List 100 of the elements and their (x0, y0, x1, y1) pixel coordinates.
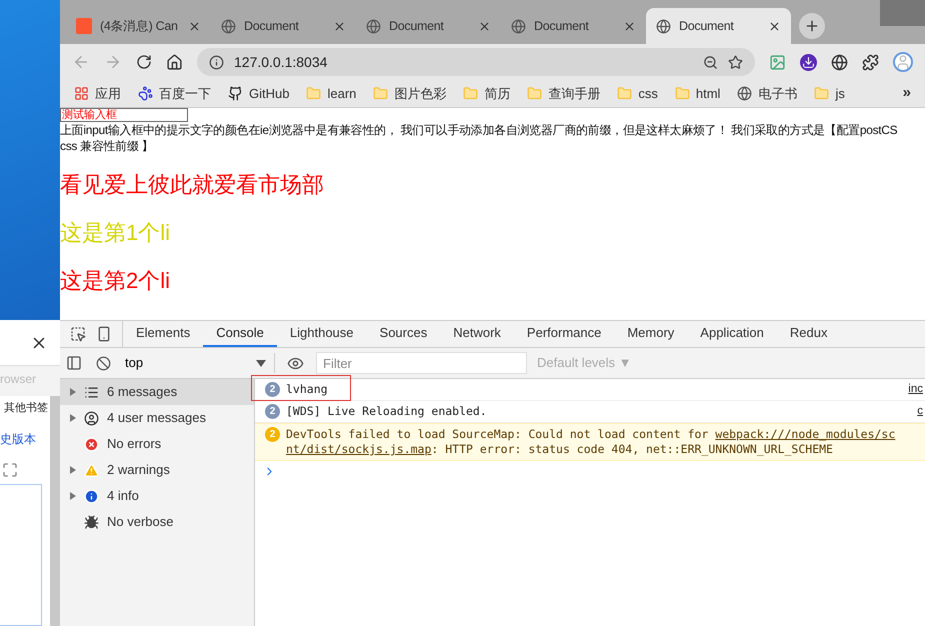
devtools-tab[interactable]: Memory (614, 321, 688, 347)
expand-arrow-icon[interactable] (70, 388, 76, 396)
more-bookmarks[interactable]: » (902, 82, 911, 105)
browser-tab[interactable]: Document (356, 8, 501, 44)
address-bar[interactable]: 127.0.0.1:8034 (197, 48, 755, 76)
count-badge: 2 (265, 404, 280, 419)
globe-icon (656, 18, 671, 34)
logo-icon (76, 18, 92, 34)
sidebar-item[interactable]: 6 messages (60, 379, 254, 405)
browser-tab[interactable]: Document (501, 8, 646, 44)
sidebar-item[interactable]: 4 info (60, 483, 254, 509)
bug-icon (84, 514, 99, 530)
context-select[interactable]: top (125, 353, 275, 373)
globe-icon (366, 18, 381, 34)
devtools-tab[interactable]: Lighthouse (276, 321, 367, 347)
sidebar-item[interactable]: No verbose (60, 509, 254, 535)
devtools-tab[interactable]: Performance (514, 321, 614, 347)
info-icon (209, 54, 224, 70)
devtools-tab[interactable]: Redux (776, 321, 840, 347)
tab-title: Document (534, 18, 590, 35)
globe-icon (221, 18, 236, 34)
partial-label: rowser (0, 371, 38, 388)
device-icon[interactable] (96, 326, 112, 342)
devtools-tab[interactable]: Network (440, 321, 514, 347)
sidebar-toggle-icon[interactable] (66, 355, 82, 371)
sidebar-item[interactable]: 2 warnings (60, 457, 254, 483)
count-badge: 2 (265, 427, 280, 442)
globe-icon (737, 86, 752, 101)
close-icon[interactable] (333, 20, 346, 32)
browser-tab[interactable]: Document (646, 8, 791, 44)
folder-icon (527, 86, 542, 101)
filter-field[interactable]: Filter (316, 352, 527, 374)
paw-icon (138, 86, 153, 101)
version-link[interactable]: 史版本 (0, 430, 50, 448)
folder-icon (373, 86, 388, 101)
sourcemap-link[interactable]: nt/dist/sockjs.js.map (286, 442, 432, 456)
address-text: 127.0.0.1:8034 (234, 52, 328, 72)
source-link[interactable]: c (917, 404, 925, 419)
bookmark-item[interactable]: 应用 (74, 84, 121, 104)
list-item-text: 这是第2个li (60, 268, 172, 294)
sidebar-item[interactable]: 4 user messages (60, 405, 254, 431)
bookmark-item[interactable]: 简历 (463, 84, 510, 104)
heading-text: 看见爱上彼此就爱看市场部 (60, 172, 325, 198)
github-icon (228, 86, 243, 101)
home-icon[interactable] (166, 54, 183, 70)
source-link[interactable]: inc (908, 382, 925, 397)
expand-arrow-icon[interactable] (70, 414, 76, 422)
bookmark-item[interactable]: css (617, 84, 658, 104)
tab-title: Document (244, 18, 300, 35)
bookmark-item[interactable]: js (814, 84, 845, 104)
fullscreen-icon[interactable] (2, 462, 18, 478)
bookmark-item[interactable]: 查询手册 (527, 84, 600, 104)
devtools-tab[interactable]: Elements (123, 321, 204, 347)
folder-icon (674, 86, 690, 101)
profile-icon[interactable] (893, 52, 913, 72)
extensions-icon[interactable] (862, 54, 879, 70)
folder-icon (463, 86, 478, 101)
tab-title: Document (679, 18, 735, 35)
sidebar-item[interactable]: No errors (60, 431, 254, 457)
apps-grid-icon (74, 86, 89, 101)
zoom-icon[interactable] (703, 54, 718, 70)
new-tab-icon[interactable] (799, 13, 825, 39)
bookmark-item[interactable]: 电子书 (737, 84, 798, 104)
devtools-tab[interactable]: Sources (366, 321, 440, 347)
close-icon[interactable] (478, 20, 491, 32)
inspect-icon[interactable] (70, 326, 86, 342)
warning-icon (84, 462, 99, 478)
message-text: lvhang (286, 382, 329, 397)
expand-arrow-icon[interactable] (70, 466, 76, 474)
close-icon[interactable] (768, 20, 781, 32)
bookmark-item[interactable]: 图片色彩 (373, 84, 446, 104)
folder-icon (617, 86, 632, 101)
browser-tab[interactable]: Document (211, 8, 356, 44)
bookmark-item[interactable]: GitHub (228, 84, 290, 104)
count-badge: 2 (265, 382, 280, 397)
devtools-tab[interactable]: Application (687, 321, 777, 347)
folder-icon (306, 86, 322, 101)
star-icon[interactable] (728, 54, 743, 70)
clear-icon[interactable] (96, 356, 111, 370)
input-field[interactable]: 测试输入框 (60, 108, 188, 122)
dropdown-icon (256, 360, 266, 366)
bookmark-item[interactable]: html (674, 84, 720, 104)
expand-arrow-icon[interactable] (70, 492, 76, 500)
info-icon (84, 488, 99, 504)
warning-text: DevTools failed to load SourceMap: Could not load content for webpack:///node_modules/sc nt/dist/sockjs.js.map: HTTP error: status code 404, net::ERR_UNKNOWN_URL_SCHEME (286, 427, 896, 457)
close-icon[interactable] (623, 20, 636, 32)
user-icon (84, 410, 99, 426)
tab-title: Document (389, 18, 445, 35)
bookmark-item[interactable]: 百度一下 (138, 84, 211, 104)
download-icon[interactable] (800, 54, 817, 70)
reload-icon[interactable] (136, 54, 152, 70)
bookmark-label[interactable]: 其他书签 (0, 396, 50, 420)
tab-title: (4条消息) Can (100, 18, 179, 35)
close-icon[interactable] (188, 20, 201, 32)
sourcemap-link[interactable]: webpack:///node_modules/sc (715, 427, 896, 441)
paragraph-line: 上面input输入框中的提示文字的颜色在ie浏览器中是有兼容性的， 我们可以手动添加各自浏览器厂商的前缀，但是这样太麻烦了！ 我们采取的方式是【配置postCS (60, 122, 898, 138)
error-icon (84, 436, 99, 452)
paragraph-line: css 兼容性前缀 】 (60, 138, 154, 154)
browser-tab[interactable]: (4条消息) Can (66, 8, 211, 44)
bookmark-item[interactable]: learn (306, 84, 356, 104)
